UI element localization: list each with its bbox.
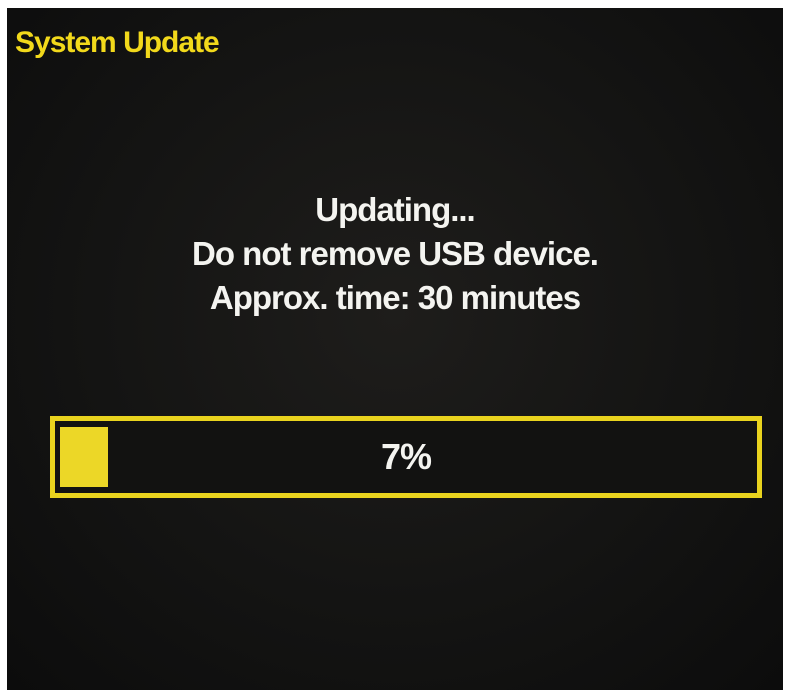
- status-warning-text: Do not remove USB device.: [192, 235, 599, 272]
- update-screen: System Update Updating... Do not remove …: [7, 8, 783, 690]
- status-time-estimate-text: Approx. time: 30 minutes: [209, 279, 581, 316]
- update-progress-bar: 7%: [50, 416, 762, 498]
- screen-title: System Update: [15, 26, 220, 59]
- progress-percent-label: 7%: [380, 436, 432, 477]
- status-message: Updating... Do not remove USB device. Ap…: [7, 188, 783, 320]
- status-updating-text: Updating...: [315, 191, 475, 228]
